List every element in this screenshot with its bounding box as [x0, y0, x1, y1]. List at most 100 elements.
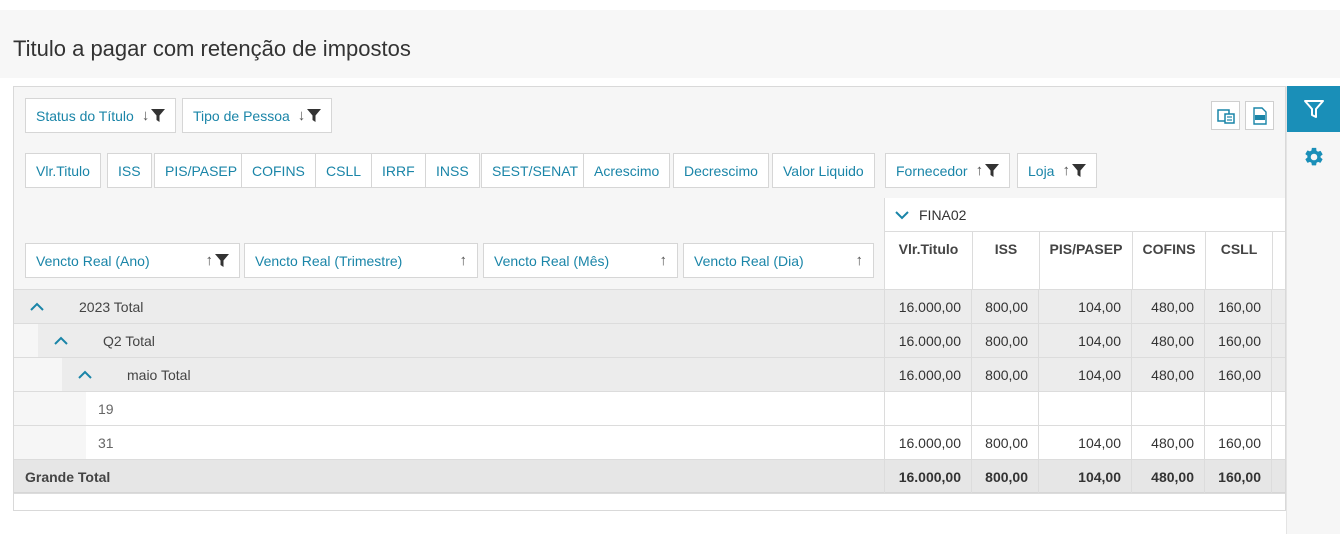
settings-button[interactable] — [1287, 142, 1340, 172]
arrow-up-icon[interactable]: ↑ — [460, 253, 468, 268]
column-header[interactable]: ISS — [972, 232, 1039, 289]
chip-label: COFINS — [252, 162, 305, 179]
side-toolbar — [1286, 86, 1340, 534]
table-footer — [14, 493, 1285, 510]
value-cell — [1131, 392, 1204, 425]
arrow-up-icon[interactable]: ↑ — [206, 253, 214, 268]
measure-chip[interactable]: COFINS — [241, 153, 316, 188]
pivot-panel: Status do Título ↓ Tipo de Pessoa ↓ Vlr.… — [13, 86, 1286, 511]
value-cell: 160,00 — [1204, 324, 1271, 357]
measure-chip[interactable]: CSLL — [315, 153, 373, 188]
chevron-up-icon[interactable] — [73, 358, 97, 391]
chip-label: CSLL — [326, 162, 362, 179]
arrow-up-icon[interactable]: ↑ — [1062, 163, 1070, 178]
arrow-up-icon[interactable]: ↑ — [660, 253, 668, 268]
arrow-up-icon[interactable]: ↑ — [976, 163, 984, 178]
row-values: 16.000,00 800,00 104,00 480,00 160,00 — [884, 426, 1285, 459]
excel-export-button[interactable] — [1211, 101, 1240, 130]
value-cell — [1204, 392, 1271, 425]
chip-label: Tipo de Pessoa — [193, 107, 290, 124]
value-cell: 800,00 — [971, 358, 1038, 391]
column-chip-loja[interactable]: Loja ↑ — [1017, 153, 1097, 188]
row-chip-dia[interactable]: Vencto Real (Dia) ↑ — [683, 243, 874, 278]
excel-export-icon — [1216, 108, 1235, 124]
chip-label: Status do Título — [36, 107, 134, 124]
column-chip-fornecedor[interactable]: Fornecedor ↑ — [885, 153, 1011, 188]
column-header-area: FINA02 Vlr.Titulo ISS PIS/PASEP COFINS C… — [884, 198, 1285, 289]
value-cell — [971, 392, 1038, 425]
chip-label: INSS — [436, 162, 469, 179]
row-chip-trimestre[interactable]: Vencto Real (Trimestre) ↑ — [244, 243, 478, 278]
arrow-down-icon[interactable]: ↓ — [142, 108, 150, 123]
filter-icon[interactable] — [1071, 163, 1086, 178]
page-title: Titulo a pagar com retenção de impostos — [13, 36, 411, 61]
value-cell: 16.000,00 — [884, 324, 971, 357]
value-cell: 16.000,00 — [884, 358, 971, 391]
grand-total-label: Grande Total — [25, 468, 111, 485]
row-band — [38, 324, 884, 357]
chip-label: Acrescimo — [594, 162, 660, 179]
filter-icon[interactable] — [151, 108, 166, 123]
row-label: 2023 Total — [79, 298, 144, 315]
chip-label: Vlr.Titulo — [36, 162, 90, 179]
measure-chip[interactable]: Vlr.Titulo — [25, 153, 101, 188]
column-header[interactable]: PIS/PASEP — [1039, 232, 1132, 289]
arrow-down-icon[interactable]: ↓ — [298, 108, 306, 123]
xlsx-export-button[interactable] — [1245, 101, 1274, 130]
value-cell: 480,00 — [1131, 324, 1204, 357]
column-header[interactable]: COFINS — [1132, 232, 1205, 289]
row-values — [884, 392, 1285, 425]
value-cell: 16.000,00 — [884, 290, 971, 323]
column-header[interactable]: Vlr.Titulo — [885, 232, 972, 289]
row-label: Q2 Total — [103, 332, 155, 349]
value-cell: 800,00 — [971, 460, 1038, 493]
value-cell: 800,00 — [971, 324, 1038, 357]
measure-chip[interactable]: PIS/PASEP — [154, 153, 249, 188]
chip-label: ISS — [118, 162, 141, 179]
value-cell-overflow — [1271, 290, 1285, 323]
filter-icon[interactable] — [215, 253, 229, 268]
measure-chip[interactable]: INSS — [425, 153, 480, 188]
measure-chip[interactable]: IRRF — [371, 153, 426, 188]
value-cell-overflow — [1271, 358, 1285, 391]
row-chip-ano[interactable]: Vencto Real (Ano) ↑ — [25, 243, 240, 278]
page: Titulo a pagar com retenção de impostos … — [0, 0, 1340, 534]
table-row: 19 — [14, 391, 1285, 425]
page-header: Titulo a pagar com retenção de impostos — [0, 10, 1340, 78]
chip-label: Vencto Real (Mês) — [494, 252, 610, 269]
row-chip-mes[interactable]: Vencto Real (Mês) ↑ — [483, 243, 678, 278]
row-label: 19 — [98, 400, 114, 417]
row-band — [86, 392, 884, 425]
filter-chip-tipo-pessoa[interactable]: Tipo de Pessoa ↓ — [182, 98, 333, 133]
chevron-down-icon[interactable] — [895, 210, 909, 220]
table-row: Q2 Total 16.000,00 800,00 104,00 480,00 … — [14, 323, 1285, 357]
measure-chip[interactable]: Decrescimo — [673, 153, 769, 188]
column-header-overflow — [1272, 232, 1285, 289]
filter-panel-button[interactable] — [1287, 86, 1340, 132]
measure-chip[interactable]: SEST/SENAT — [481, 153, 590, 188]
chip-label: Vencto Real (Dia) — [694, 252, 804, 269]
filter-icon[interactable] — [985, 163, 1000, 178]
value-cell: 800,00 — [971, 290, 1038, 323]
chip-label: IRRF — [382, 162, 415, 179]
column-group-fina02[interactable]: FINA02 — [885, 198, 1285, 232]
value-cell: 16.000,00 — [884, 426, 971, 459]
row-values: 16.000,00 800,00 104,00 480,00 160,00 — [884, 324, 1285, 357]
arrow-up-icon[interactable]: ↑ — [856, 253, 864, 268]
chip-label: Loja — [1028, 162, 1055, 179]
value-cell: 480,00 — [1131, 426, 1204, 459]
chip-label: Fornecedor — [896, 162, 968, 179]
filter-chip-status-titulo[interactable]: Status do Título ↓ — [25, 98, 177, 133]
chevron-up-icon[interactable] — [49, 324, 73, 357]
xlsx-export-icon — [1252, 106, 1267, 125]
chevron-up-icon[interactable] — [25, 290, 49, 323]
column-header[interactable]: CSLL — [1205, 232, 1272, 289]
measure-chip[interactable]: Acrescimo — [583, 153, 671, 188]
row-label: maio Total — [127, 366, 191, 383]
value-cell: 104,00 — [1038, 324, 1131, 357]
value-cell-overflow — [1271, 460, 1285, 493]
value-cell — [1038, 392, 1131, 425]
measure-chip[interactable]: ISS — [107, 153, 152, 188]
filter-icon[interactable] — [307, 108, 322, 123]
measure-chip[interactable]: Valor Liquido — [772, 153, 875, 188]
